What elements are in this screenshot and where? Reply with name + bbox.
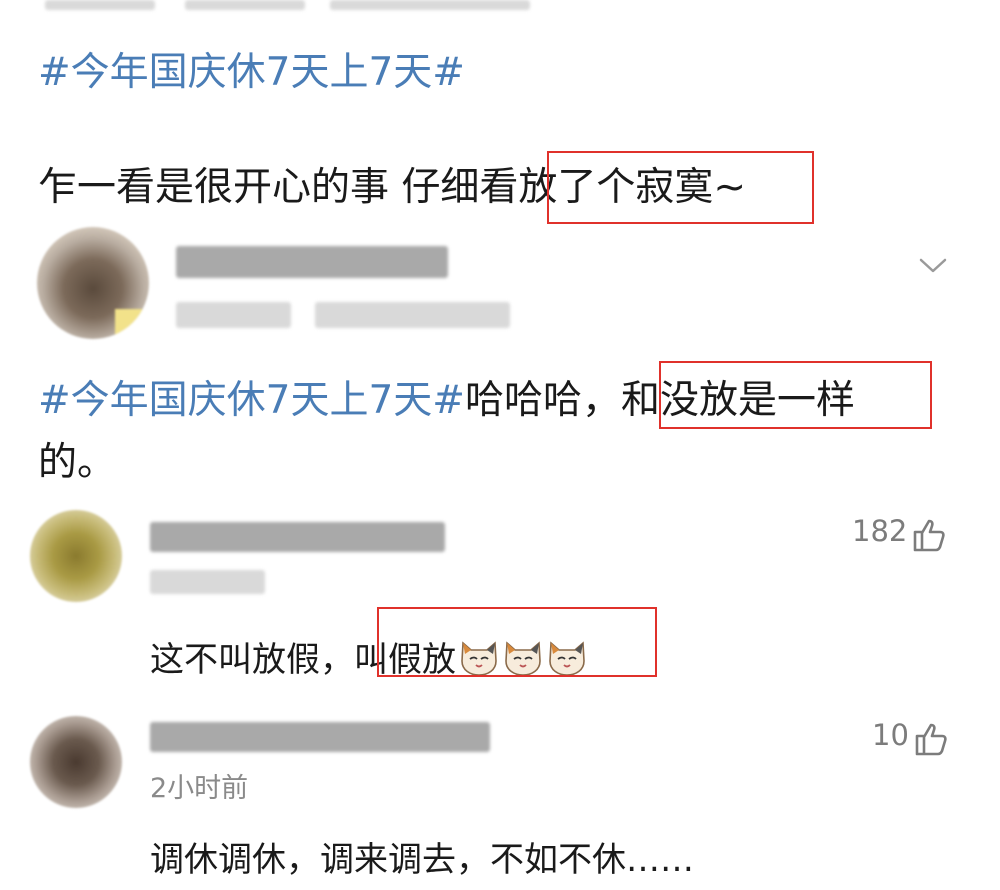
like-button[interactable]: 10: [872, 718, 948, 761]
annotation-box-3: [377, 607, 657, 677]
blurred-meta-top-2: [330, 0, 530, 10]
annotation-box-1: [547, 151, 814, 224]
user-meta-blurred: [176, 302, 291, 328]
post-1-hashtag-line: #今年国庆休7天上7天#: [38, 42, 465, 104]
hashtag-link[interactable]: #今年国庆休7天上7天#: [38, 378, 465, 423]
post-2-text-end: 的。: [38, 440, 117, 485]
post-1-text: 乍一看是很开心的事 仔细看: [38, 165, 519, 210]
avatar[interactable]: [30, 510, 122, 602]
reply-1-text: 这不叫放假，: [150, 640, 354, 680]
username-blurred[interactable]: [150, 522, 445, 552]
username-blurred[interactable]: [150, 722, 490, 752]
thumbs-up-icon: [914, 721, 948, 761]
blurred-username-top: [45, 0, 155, 10]
user-meta-blurred: [150, 570, 265, 594]
chevron-down-icon[interactable]: [917, 254, 949, 276]
avatar[interactable]: [37, 227, 149, 339]
annotation-box-2: [659, 361, 932, 429]
reply-2-text: 调休调休，调来调去，不如不休……: [150, 840, 694, 880]
post-2-text: 哈哈哈，: [464, 378, 621, 423]
avatar[interactable]: [30, 716, 122, 808]
like-count: 182: [852, 514, 908, 548]
user-meta-blurred-2: [315, 302, 510, 328]
blurred-meta-top: [185, 0, 305, 10]
like-count: 10: [872, 718, 909, 752]
hashtag-link[interactable]: #今年国庆休7天上7天#: [38, 50, 465, 95]
reply-timestamp: 2小时前: [150, 773, 249, 804]
username-blurred[interactable]: [176, 246, 448, 278]
like-button[interactable]: 182: [852, 514, 946, 557]
thumbs-up-icon: [912, 517, 946, 557]
